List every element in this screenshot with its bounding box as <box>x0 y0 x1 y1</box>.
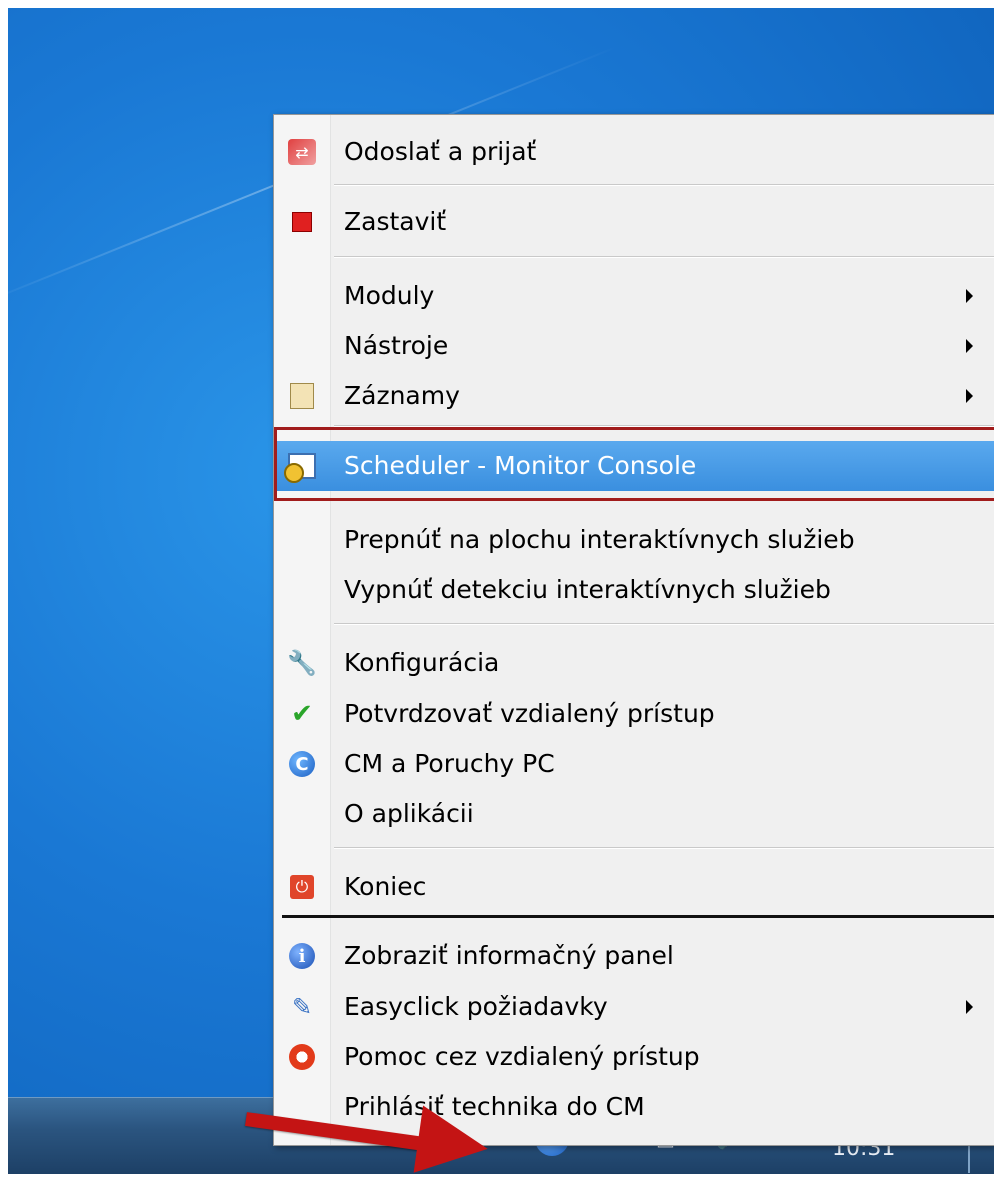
send-receive-icon: ⇄ <box>288 138 316 166</box>
menu-item-stop[interactable]: Zastaviť <box>274 199 994 245</box>
context-menu: ⇄ Odoslať a prijať Zastaviť Moduly Nástr… <box>273 114 994 1146</box>
power-icon: ⏻ <box>288 873 316 901</box>
menu-item-configuration[interactable]: 🔧 Konfigurácia <box>274 640 994 686</box>
menu-separator-thick <box>282 915 994 918</box>
menu-item-confirm-remote-access[interactable]: ✔ Potvrdzovať vzdialený prístup <box>274 691 994 737</box>
checkmark-icon: ✔ <box>291 699 313 729</box>
submenu-arrow-icon <box>966 1000 973 1014</box>
menu-item-show-info-panel[interactable]: i Zobraziť informačný panel <box>274 933 994 979</box>
annotation-highlight-box <box>274 427 994 501</box>
wrench-config-icon: 🔧 <box>287 649 317 677</box>
submenu-arrow-icon <box>966 339 973 353</box>
menu-item-switch-interactive-desktop[interactable]: Prepnúť na plochu interaktívnych služieb <box>274 517 994 563</box>
menu-item-logs[interactable]: Záznamy <box>274 373 994 419</box>
menu-separator <box>334 184 994 186</box>
annotation-arrow-head <box>413 1105 493 1183</box>
log-scroll-icon <box>288 382 316 410</box>
menu-item-modules[interactable]: Moduly <box>274 273 994 319</box>
submenu-arrow-icon <box>966 289 973 303</box>
menu-item-exit[interactable]: ⏻ Koniec <box>274 864 994 910</box>
menu-item-disable-interactive-detection[interactable]: Vypnúť detekciu interaktívnych služieb <box>274 567 994 613</box>
pencil-icon: ✎ <box>291 993 313 1021</box>
menu-item-tools[interactable]: Nástroje <box>274 323 994 369</box>
menu-separator <box>334 623 994 625</box>
menu-item-about[interactable]: O aplikácii <box>274 791 994 837</box>
menu-separator <box>334 847 994 849</box>
menu-item-send-receive[interactable]: ⇄ Odoslať a prijať <box>274 129 994 175</box>
menu-item-easyclick-requests[interactable]: ✎ Easyclick požiadavky <box>274 984 994 1030</box>
submenu-arrow-icon <box>966 389 973 403</box>
menu-item-remote-help[interactable]: Pomoc cez vzdialený prístup <box>274 1034 994 1080</box>
menu-item-login-technician-cm[interactable]: Prihlásiť technika do CM <box>274 1084 994 1130</box>
menu-separator <box>334 256 994 258</box>
info-icon: i <box>288 942 316 970</box>
lifebuoy-icon <box>288 1043 316 1071</box>
menu-item-cm-pc-faults[interactable]: C CM a Poruchy PC <box>274 741 994 787</box>
stop-icon <box>288 208 316 236</box>
cm-refresh-icon: C <box>288 750 316 778</box>
